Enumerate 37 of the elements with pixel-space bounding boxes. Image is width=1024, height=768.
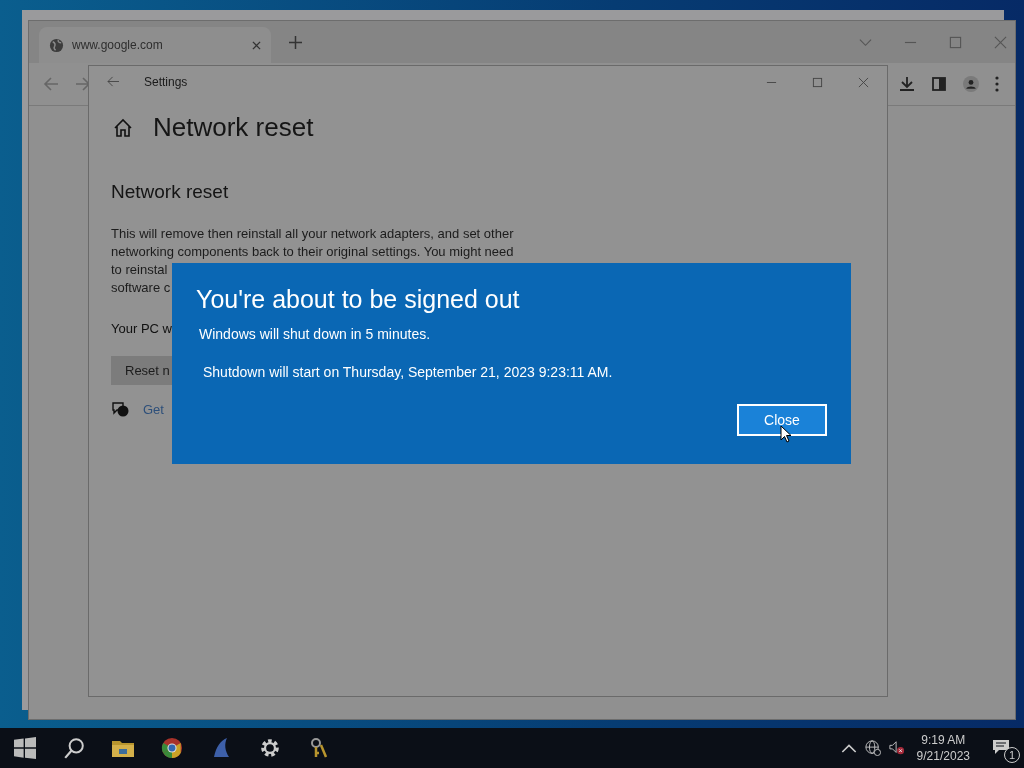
- side-panel-icon[interactable]: [931, 76, 947, 92]
- help-chat-icon: [111, 401, 129, 417]
- chrome-icon[interactable]: [161, 737, 183, 759]
- description-line: This will remove then reinstall all your network adapters, and set other: [111, 225, 514, 243]
- notification-count-badge: 1: [1004, 747, 1020, 763]
- notification-icon[interactable]: [992, 739, 1010, 755]
- page-title: Network reset: [153, 112, 314, 143]
- browser-tab[interactable]: www.google.com: [39, 27, 271, 63]
- mouse-pointer-icon: [780, 425, 792, 443]
- windows-start-icon[interactable]: [14, 737, 36, 759]
- search-icon[interactable]: [63, 737, 85, 759]
- speaker-muted-icon[interactable]: [888, 740, 905, 756]
- keys-icon[interactable]: [308, 737, 330, 759]
- help-link[interactable]: Get: [143, 401, 164, 417]
- globe-icon[interactable]: [864, 740, 881, 756]
- back-arrow-icon[interactable]: [107, 75, 120, 87]
- description-line: software c: [111, 279, 171, 297]
- close-icon[interactable]: [252, 40, 261, 50]
- maximize-icon[interactable]: [812, 76, 823, 88]
- window-title: Settings: [144, 75, 188, 89]
- section-heading: Network reset: [111, 181, 230, 203]
- clock-time: 9:19 AM: [921, 732, 966, 748]
- globe-icon: [49, 37, 64, 53]
- close-icon[interactable]: [858, 76, 869, 88]
- note-text: Your PC w: [111, 321, 172, 336]
- dialog-message: Windows will shut down in 5 minutes.: [199, 326, 432, 342]
- profile-icon[interactable]: [963, 76, 979, 92]
- description-line: to reinstal: [111, 261, 168, 279]
- menu-icon[interactable]: [995, 76, 999, 92]
- clock-date: 9/21/2023: [916, 748, 970, 764]
- download-icon[interactable]: [899, 76, 915, 92]
- close-button[interactable]: Close: [737, 404, 827, 436]
- dialog-title: You're about to be signed out: [196, 285, 521, 314]
- home-icon[interactable]: [113, 117, 133, 138]
- description-line: networking components back to their original settings. You might need: [111, 243, 514, 261]
- gear-icon[interactable]: [259, 737, 281, 759]
- new-tab-icon[interactable]: [289, 35, 302, 49]
